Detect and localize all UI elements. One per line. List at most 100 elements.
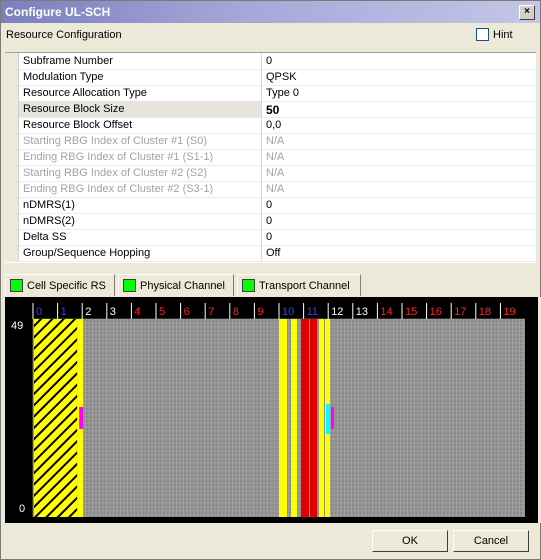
column-divider	[261, 85, 262, 101]
tab-cell-specific-rs[interactable]: Cell Specific RS	[5, 274, 115, 296]
column-divider	[261, 165, 262, 181]
param-value[interactable]: 0,0	[266, 119, 281, 131]
param-value: N/A	[266, 183, 285, 195]
subframe-label: 7	[208, 306, 214, 318]
physical-channel-swatch-icon	[123, 279, 136, 292]
column-divider	[261, 245, 262, 261]
tab-label: Cell Specific RS	[27, 279, 106, 292]
param-value[interactable]: 0	[266, 231, 272, 243]
row-gutter	[5, 69, 19, 85]
subframe-label: 6	[184, 306, 190, 318]
row-gutter	[5, 117, 19, 133]
param-label: Ending RBG Index of Cluster #2 (S3-1)	[23, 183, 214, 195]
column-divider	[261, 181, 262, 197]
param-label: Resource Allocation Type	[23, 87, 147, 99]
cyan-marker	[326, 404, 330, 434]
y-axis-bottom-label: 0	[19, 503, 25, 515]
subframe-label: 14	[380, 306, 392, 318]
param-value[interactable]: QPSK	[266, 71, 297, 83]
param-row[interactable]: Starting RBG Index of Cluster #2 (S2) N/A	[5, 165, 536, 182]
dmrs-column	[279, 319, 287, 517]
ok-button[interactable]: OK	[372, 530, 448, 552]
subframe-label: 10	[282, 306, 294, 318]
param-value: N/A	[266, 135, 285, 147]
subframe-label: 0	[36, 306, 42, 318]
column-divider	[261, 133, 262, 149]
subframe-label: 1	[61, 306, 67, 318]
subframe-label: 19	[503, 306, 515, 318]
dialog-buttons: OK Cancel	[1, 525, 540, 559]
param-label: Delta SS	[23, 231, 67, 243]
param-row[interactable]: nDMRS(2) 0	[5, 213, 536, 230]
subframe-label: 4	[134, 306, 140, 318]
row-gutter	[5, 229, 19, 245]
subframe-label: 8	[233, 306, 239, 318]
param-label: Starting RBG Index of Cluster #2 (S2)	[23, 167, 208, 179]
row-gutter	[5, 197, 19, 213]
pusch-column	[301, 319, 309, 517]
param-label: nDMRS(1)	[23, 199, 75, 211]
param-value[interactable]: 0	[266, 55, 272, 67]
column-divider	[261, 101, 262, 117]
param-label: Resource Block Offset	[23, 119, 133, 131]
tab-physical-channel[interactable]: Physical Channel	[118, 274, 234, 296]
row-gutter	[5, 181, 19, 197]
cancel-button[interactable]: Cancel	[453, 530, 529, 552]
row-gutter	[5, 101, 19, 117]
window-title: Configure UL-SCH	[5, 5, 111, 19]
subframe-label: 2	[85, 306, 91, 318]
param-label: Ending RBG Index of Cluster #1 (S1-1)	[23, 151, 214, 163]
resource-block-map-svg: 0 1 2 3 4 5 6 7 8 9 10 11 12 13 14 15 16 17 18 19490	[11, 303, 525, 517]
row-gutter	[5, 245, 19, 261]
configure-ul-sch-dialog: Configure UL-SCH × Resource Configuratio…	[0, 0, 541, 560]
param-row[interactable]: Resource Allocation Type Type 0	[5, 85, 536, 102]
param-value[interactable]: Type 0	[266, 87, 299, 99]
y-axis-top-label: 49	[11, 320, 23, 332]
hint-toggle[interactable]: Hint	[476, 28, 513, 41]
param-row[interactable]: nDMRS(1) 0	[5, 197, 536, 214]
close-button[interactable]: ×	[519, 5, 535, 20]
param-row[interactable]: Ending RBG Index of Cluster #1 (S1-1) N/A	[5, 149, 536, 166]
hint-label: Hint	[493, 28, 513, 41]
subframe-label: 13	[356, 306, 368, 318]
param-value[interactable]: Off	[266, 247, 280, 259]
row-gutter	[5, 213, 19, 229]
tab-label: Physical Channel	[140, 279, 225, 292]
tab-label: Transport Channel	[259, 279, 350, 292]
param-row[interactable]: Delta SS 0	[5, 229, 536, 246]
param-row[interactable]: Group/Sequence Hopping Off	[5, 245, 536, 262]
param-value[interactable]: 50	[266, 103, 279, 117]
column-divider	[261, 197, 262, 213]
section-title: Resource Configuration	[6, 29, 122, 41]
column-divider	[261, 69, 262, 85]
column-divider	[261, 149, 262, 165]
hint-checkbox[interactable]	[476, 28, 489, 41]
tab-transport-channel[interactable]: Transport Channel	[237, 274, 361, 296]
param-row[interactable]: Resource Block Size 50	[5, 101, 536, 118]
row-gutter	[5, 133, 19, 149]
subframe-label: 9	[257, 306, 263, 318]
param-label: Starting RBG Index of Cluster #1 (S0)	[23, 135, 208, 147]
subframe-label: 3	[110, 306, 116, 318]
param-value[interactable]: 0	[266, 199, 272, 211]
param-row[interactable]: Subframe Number 0	[5, 53, 536, 70]
param-label: Subframe Number	[23, 55, 113, 67]
param-row[interactable]: Ending RBG Index of Cluster #2 (S3-1) N/A	[5, 181, 536, 198]
param-row[interactable]: Modulation Type QPSK	[5, 69, 536, 86]
param-label: nDMRS(2)	[23, 215, 75, 227]
subframe-label: 15	[405, 306, 417, 318]
column-divider	[261, 213, 262, 229]
param-value[interactable]: 0	[266, 215, 272, 227]
param-value: N/A	[266, 151, 285, 163]
subframe-label: 12	[331, 306, 343, 318]
param-label: Group/Sequence Hopping	[23, 247, 151, 259]
cell-rs-swatch-icon	[10, 279, 23, 292]
subframe-label: 11	[307, 306, 318, 318]
column-divider	[261, 229, 262, 245]
row-gutter	[5, 165, 19, 181]
param-row[interactable]: Starting RBG Index of Cluster #1 (S0) N/A	[5, 133, 536, 150]
parameter-grid: Subframe Number 0 Modulation Type QPSK Resou…	[5, 52, 536, 263]
srs-marker	[79, 407, 84, 429]
param-row[interactable]: Resource Block Offset 0,0	[5, 117, 536, 134]
subframe-label: 17	[454, 306, 466, 318]
